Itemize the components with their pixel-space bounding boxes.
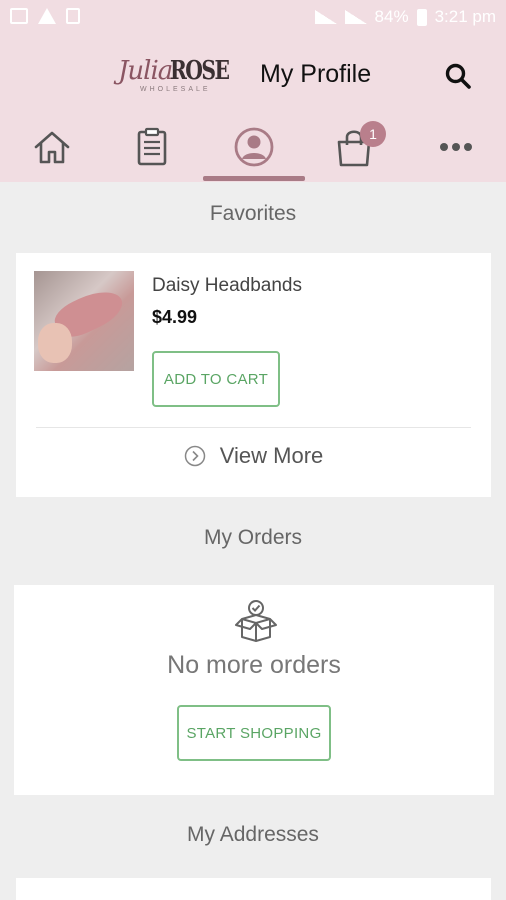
status-icons-right: 84% 3:21 pm — [314, 7, 496, 27]
start-shopping-button[interactable]: START SHOPPING — [177, 705, 331, 761]
product-price: $4.99 — [152, 307, 198, 327]
battery-percent: 84% — [374, 7, 409, 26]
tab-nav: 1 — [0, 121, 506, 181]
clock: 3:21 pm — [434, 7, 496, 26]
add-to-cart-button[interactable]: ADD TO CART — [152, 351, 280, 407]
page-title: My Profile — [260, 60, 372, 88]
gallery-notification-icon — [10, 8, 28, 24]
view-more-link[interactable]: View More — [16, 443, 491, 469]
warning-notification-icon — [38, 8, 56, 24]
product-name[interactable]: Daisy Headbands — [152, 275, 302, 297]
cart-count-badge: 1 — [360, 121, 386, 147]
empty-box-icon — [235, 600, 277, 642]
clipboard-icon — [137, 127, 167, 166]
clipboard-notification-icon — [66, 8, 80, 24]
app-header: Julia ROSE WHOLESALE My Profile 1 — [0, 36, 506, 182]
tab-home[interactable] — [2, 121, 102, 181]
tab-cart[interactable]: 1 — [304, 121, 404, 181]
status-icons-left — [10, 8, 80, 24]
chevron-right-circle-icon — [184, 445, 205, 467]
search-button[interactable] — [444, 62, 472, 90]
signal-icon — [314, 10, 337, 24]
no-orders-message: No more orders — [167, 651, 341, 679]
divider — [36, 427, 471, 428]
logo-sub-text: WHOLESALE — [140, 86, 211, 93]
status-bar: 84% 3:21 pm — [0, 0, 506, 36]
logo-bold-text: ROSE — [170, 56, 230, 86]
tab-more[interactable] — [406, 121, 506, 181]
more-dots-icon — [440, 143, 472, 151]
battery-icon — [416, 8, 427, 26]
tab-profile[interactable] — [204, 121, 304, 181]
orders-heading: My Orders — [203, 526, 302, 549]
signal-icon-2 — [344, 10, 367, 24]
product-image[interactable] — [34, 271, 134, 371]
addresses-heading: My Addresses — [187, 823, 319, 846]
search-icon — [445, 63, 471, 89]
logo-script-text: Julia — [118, 56, 173, 86]
addresses-card — [16, 878, 491, 900]
favorites-card: Daisy Headbands $4.99 ADD TO CART View M… — [16, 253, 491, 497]
active-tab-indicator — [203, 176, 305, 181]
orders-card: No more orders START SHOPPING — [14, 585, 494, 795]
user-circle-icon — [234, 127, 274, 167]
home-icon — [34, 131, 70, 164]
favorites-heading: Favorites — [209, 202, 297, 225]
brand-logo[interactable]: Julia ROSE WHOLESALE — [118, 54, 230, 98]
view-more-label: View More — [219, 443, 324, 468]
tab-orders[interactable] — [102, 121, 202, 181]
